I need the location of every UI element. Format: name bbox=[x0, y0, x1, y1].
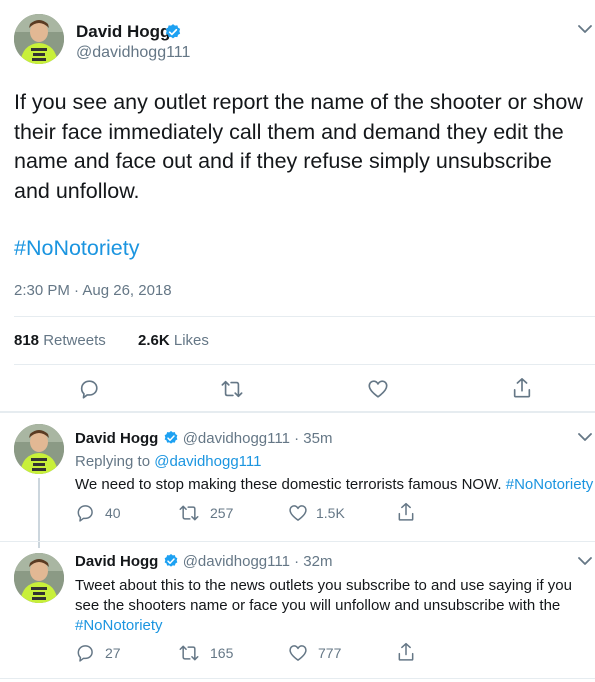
hashtag-link[interactable]: #NoNotoriety bbox=[75, 617, 163, 634]
reply-action[interactable]: 40 bbox=[75, 503, 121, 523]
author-name[interactable]: David Hogg bbox=[75, 430, 158, 447]
like-count: 777 bbox=[318, 645, 342, 661]
hashtag-link[interactable]: #NoNotoriety bbox=[14, 236, 139, 261]
tweet-text: If you see any outlet report the name of… bbox=[14, 90, 583, 203]
share-icon[interactable] bbox=[396, 641, 416, 663]
retweets-count: 818 bbox=[14, 332, 40, 349]
reply-body: We need to stop making these domestic te… bbox=[75, 476, 502, 493]
thread-line bbox=[38, 478, 40, 548]
heart-icon bbox=[288, 643, 308, 663]
reply-action[interactable]: 27 bbox=[75, 643, 121, 663]
reply-header: David Hogg @davidhogg111 · 32m bbox=[75, 553, 332, 570]
avatar[interactable] bbox=[14, 553, 64, 603]
verified-badge-icon bbox=[164, 23, 182, 41]
reply-icon bbox=[75, 503, 95, 523]
tweet-timestamp[interactable]: 2:30 PM · Aug 26, 2018 bbox=[14, 282, 172, 299]
chevron-down-icon[interactable] bbox=[578, 24, 592, 34]
author-handle[interactable]: @davidhogg111 bbox=[183, 430, 290, 447]
retweet-icon bbox=[178, 503, 200, 523]
retweets-stat[interactable]: 818 Retweets bbox=[14, 332, 106, 349]
like-action[interactable]: 777 bbox=[288, 643, 341, 663]
like-action[interactable]: 1.5K bbox=[288, 503, 345, 523]
retweet-action[interactable]: 165 bbox=[178, 643, 233, 663]
retweet-icon bbox=[178, 643, 200, 663]
chevron-down-icon[interactable] bbox=[578, 556, 592, 566]
retweet-action[interactable]: 257 bbox=[178, 503, 233, 523]
likes-count: 2.6K bbox=[138, 332, 170, 349]
reply-text: Tweet about this to the news outlets you… bbox=[75, 576, 580, 636]
author-handle[interactable]: @davidhogg111 bbox=[183, 553, 290, 570]
reply-icon[interactable] bbox=[78, 378, 100, 400]
heart-icon[interactable] bbox=[367, 378, 389, 400]
verified-badge-icon bbox=[163, 430, 179, 446]
tweet-age[interactable]: · 35m bbox=[294, 430, 332, 447]
reply-count: 40 bbox=[105, 505, 121, 521]
author-handle[interactable]: @davidhogg111 bbox=[76, 44, 190, 62]
reply-body: Tweet about this to the news outlets you… bbox=[75, 577, 572, 614]
tweet-age[interactable]: · 32m bbox=[294, 553, 332, 570]
retweets-label: Retweets bbox=[43, 332, 106, 349]
replying-handle-link[interactable]: @davidhogg111 bbox=[154, 453, 261, 470]
likes-label: Likes bbox=[173, 332, 209, 349]
author-name[interactable]: David Hogg bbox=[76, 22, 170, 42]
like-count: 1.5K bbox=[316, 505, 345, 521]
reply-text: We need to stop making these domestic te… bbox=[75, 476, 595, 493]
avatar[interactable] bbox=[14, 424, 64, 474]
verified-badge-icon bbox=[163, 553, 179, 569]
reply-header: David Hogg @davidhogg111 · 35m bbox=[75, 430, 332, 447]
retweet-icon[interactable] bbox=[220, 378, 244, 400]
replying-to: Replying to @davidhogg111 bbox=[75, 453, 261, 470]
retweet-count: 257 bbox=[210, 505, 234, 521]
share-icon[interactable] bbox=[396, 501, 416, 523]
heart-icon bbox=[288, 503, 308, 523]
reply-icon bbox=[75, 643, 95, 663]
share-icon[interactable] bbox=[511, 376, 533, 400]
author-name[interactable]: David Hogg bbox=[75, 553, 158, 570]
avatar[interactable] bbox=[14, 14, 64, 64]
retweet-count: 165 bbox=[210, 645, 234, 661]
hashtag-link[interactable]: #NoNotoriety bbox=[506, 476, 594, 493]
replying-prefix: Replying to bbox=[75, 453, 151, 470]
reply-count: 27 bbox=[105, 645, 121, 661]
likes-stat[interactable]: 2.6K Likes bbox=[138, 332, 209, 349]
chevron-down-icon[interactable] bbox=[578, 432, 592, 442]
